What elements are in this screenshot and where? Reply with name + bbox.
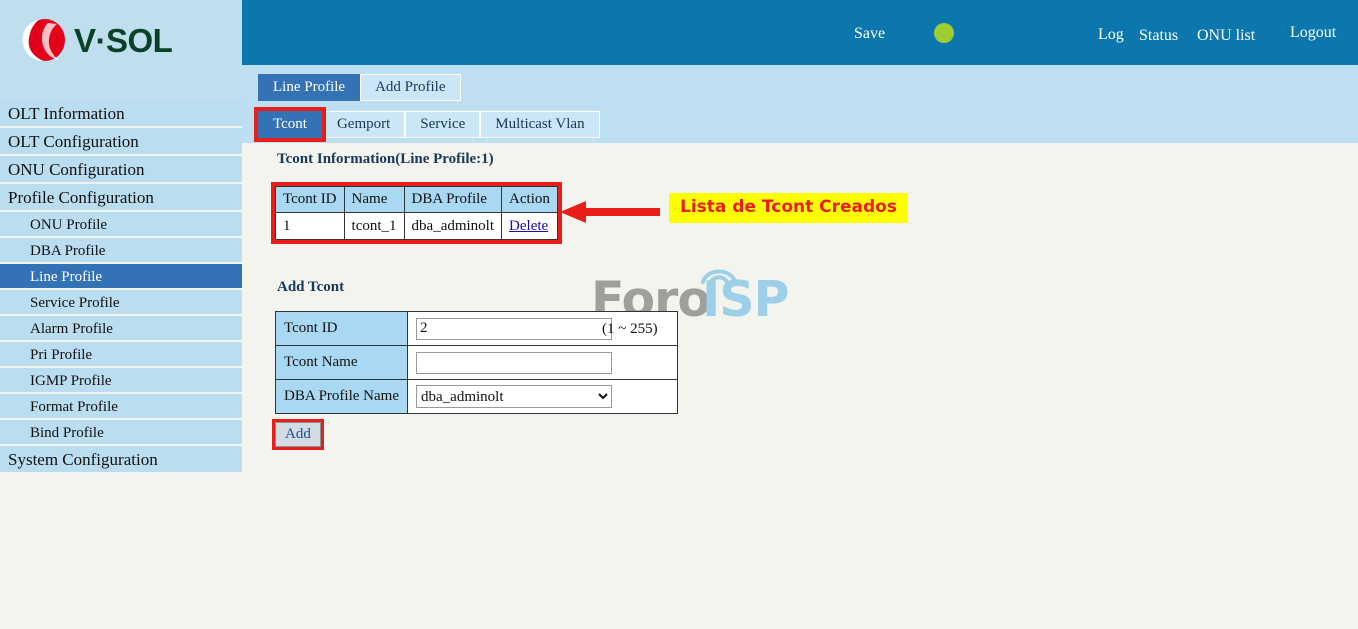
annotation-label: Lista de Tcont Creados — [669, 193, 908, 223]
brand-logo-text: V·SOL — [74, 21, 173, 59]
primary-tabs: Line Profile Add Profile — [258, 74, 461, 101]
sidebar-item-olt-information[interactable]: OLT Information — [0, 100, 242, 128]
label-dba-profile-name: DBA Profile Name — [275, 379, 408, 414]
label-tcont-name: Tcont Name — [275, 345, 408, 380]
page-root: V·SOL Save Log Status ONU list Logout OL… — [0, 0, 1358, 629]
status-indicator-icon — [934, 23, 954, 43]
table-row: 1 tcont_1 dba_adminolt Delete — [275, 212, 558, 240]
table-header-row: Tcont ID Name DBA Profile Action — [275, 186, 558, 213]
nav-onu-list-link[interactable]: ONU list — [1197, 28, 1255, 44]
cell-dba-profile: dba_adminolt — [403, 212, 503, 240]
sidebar-item-olt-configuration[interactable]: OLT Configuration — [0, 128, 242, 156]
sidebar-item-service-profile[interactable]: Service Profile — [0, 290, 242, 316]
col-dba-profile: DBA Profile — [403, 186, 503, 213]
tabs-strip: Line Profile Add Profile Tcont Gemport Serv… — [242, 65, 1358, 143]
cell-action: Delete — [501, 212, 558, 240]
tcont-id-range-hint: (1 ~ 255) — [602, 321, 658, 337]
logout-link[interactable]: Logout — [1290, 25, 1336, 41]
col-name: Name — [343, 186, 405, 213]
secondary-tabs: Tcont Gemport Service Multicast Vlan — [254, 107, 600, 142]
tab-multicast-vlan[interactable]: Multicast Vlan — [480, 111, 600, 138]
sidebar-nav: OLT Information OLT Configuration ONU Conf… — [0, 100, 242, 474]
logo-panel: V·SOL — [0, 0, 242, 100]
sidebar-item-alarm-profile[interactable]: Alarm Profile — [0, 316, 242, 342]
sidebar-item-system-configuration[interactable]: System Configuration — [0, 446, 242, 474]
tcont-name-input[interactable] — [416, 351, 612, 374]
brand-logo[interactable]: V·SOL — [20, 17, 173, 63]
tab-add-profile[interactable]: Add Profile — [360, 74, 461, 101]
top-nav: Save Log Status ONU list Logout — [242, 0, 1358, 65]
content-body: Foro ISP Tcont Information(Line Profile:… — [242, 143, 1358, 629]
sidebar-item-pri-profile[interactable]: Pri Profile — [0, 342, 242, 368]
nav-log-link[interactable]: Log — [1098, 27, 1124, 43]
form-row-tcont-name: Tcont Name — [275, 345, 678, 380]
save-button[interactable]: Save — [854, 26, 885, 42]
cell-tcont-id: 1 — [275, 212, 345, 240]
delete-link[interactable]: Delete — [509, 218, 548, 234]
sidebar-item-bind-profile[interactable]: Bind Profile — [0, 420, 242, 446]
add-button-highlight: Add — [272, 419, 324, 450]
sidebar-item-dba-profile[interactable]: DBA Profile — [0, 238, 242, 264]
sidebar-item-onu-profile[interactable]: ONU Profile — [0, 212, 242, 238]
add-tcont-title: Add Tcont — [277, 279, 345, 295]
col-tcont-id: Tcont ID — [275, 186, 345, 213]
vsol-swirl-icon — [22, 19, 65, 61]
sidebar-item-profile-configuration[interactable]: Profile Configuration — [0, 184, 242, 212]
cell-name: tcont_1 — [343, 212, 405, 240]
tcont-id-input[interactable] — [416, 317, 612, 340]
add-button[interactable]: Add — [275, 422, 321, 447]
sidebar-item-line-profile[interactable]: Line Profile — [0, 264, 242, 290]
wifi-arc-icon — [701, 269, 737, 286]
tcont-table-highlight: Tcont ID Name DBA Profile Action 1 tcont… — [271, 182, 562, 244]
annotation-arrow-icon — [560, 201, 660, 223]
tab-gemport[interactable]: Gemport — [321, 111, 406, 138]
sidebar-item-onu-configuration[interactable]: ONU Configuration — [0, 156, 242, 184]
col-action: Action — [501, 186, 558, 213]
top-header-bar: Save Log Status ONU list Logout — [242, 0, 1358, 65]
tcont-table: Tcont ID Name DBA Profile Action 1 tcont… — [275, 186, 558, 240]
field-tcont-name-cell — [407, 345, 678, 380]
form-row-dba-profile: DBA Profile Name dba_adminolt — [275, 379, 678, 414]
watermark-isp: ISP — [702, 271, 789, 328]
label-tcont-id: Tcont ID — [275, 311, 408, 346]
dba-profile-select[interactable]: dba_adminolt — [416, 385, 612, 408]
sidebar-item-igmp-profile[interactable]: IGMP Profile — [0, 368, 242, 394]
tab-tcont[interactable]: Tcont — [254, 107, 326, 142]
tab-line-profile[interactable]: Line Profile — [258, 74, 361, 101]
nav-status-link[interactable]: Status — [1139, 28, 1178, 44]
tab-service[interactable]: Service — [405, 111, 481, 138]
sidebar-item-format-profile[interactable]: Format Profile — [0, 394, 242, 420]
field-dba-profile-cell: dba_adminolt — [407, 379, 678, 414]
tcont-info-title: Tcont Information(Line Profile:1) — [277, 151, 494, 167]
